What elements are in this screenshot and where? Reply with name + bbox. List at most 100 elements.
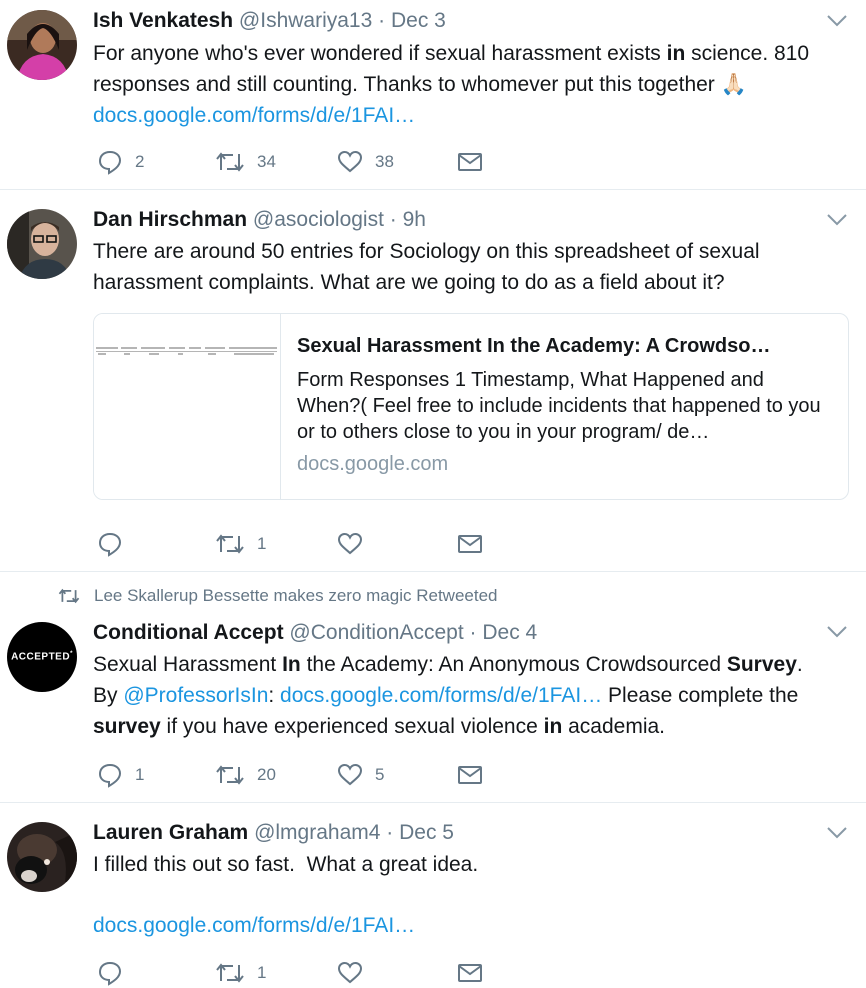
tweet-header: Ish Venkatesh @Ishwariya13 · Dec 3	[93, 8, 446, 34]
retweet-button[interactable]: 1	[215, 529, 266, 559]
divider	[0, 189, 866, 190]
timestamp[interactable]: 9h	[403, 208, 426, 231]
retweet-icon	[215, 763, 245, 787]
text-segment: Please complete the	[602, 684, 799, 707]
retweet-icon	[215, 150, 245, 174]
retweet-icon	[215, 961, 245, 985]
text-bold-segment: In	[282, 653, 301, 676]
tweet-header: Conditional Accept @ConditionAccept · De…	[93, 620, 537, 646]
retweet-button[interactable]: 34	[215, 147, 276, 177]
chevron-down-icon[interactable]	[826, 625, 848, 639]
dm-icon	[457, 533, 483, 555]
tweet-header: Lauren Graham @lmgraham4 · Dec 5	[93, 820, 454, 846]
tweet-text: For anyone who's ever wondered if sexual…	[93, 38, 853, 131]
reply-count: 1	[135, 765, 145, 784]
tweet-text: Sexual Harassment In the Academy: An Ano…	[93, 649, 853, 742]
dm-button[interactable]	[457, 760, 483, 790]
text-bold-segment: Survey	[726, 653, 797, 676]
reply-button[interactable]: 1	[97, 760, 144, 790]
reply-icon	[97, 531, 123, 557]
tweet-link[interactable]: docs.google.com/forms/d/e/1FAI…	[280, 684, 602, 707]
dm-button[interactable]	[457, 529, 483, 559]
text-segment: I filled this out so fast. What a great …	[93, 853, 479, 876]
tweet-text: There are around 50 entries for Sociolog…	[93, 236, 793, 298]
user-handle[interactable]: @lmgraham4	[254, 821, 380, 844]
display-name[interactable]: Dan Hirschman	[93, 208, 247, 231]
tweet-actions: 1 20 5	[93, 760, 513, 790]
display-name[interactable]: Ish Venkatesh	[93, 9, 233, 32]
tweet-text: I filled this out so fast. What a great …	[93, 849, 853, 880]
display-name[interactable]: Lauren Graham	[93, 821, 248, 844]
card-body: Sexual Harassment In the Academy: A Crow…	[297, 332, 832, 477]
retweeted-by-label[interactable]: Lee Skallerup Bessette makes zero magic …	[94, 586, 497, 606]
display-name[interactable]: Conditional Accept	[93, 621, 284, 644]
divider	[0, 802, 866, 803]
tweet-link-line: docs.google.com/forms/d/e/1FAI…	[93, 910, 853, 941]
avatar-logo-text: ACCEPTED*	[11, 651, 73, 662]
reply-button[interactable]	[97, 529, 135, 559]
tweet-actions: 1	[93, 529, 513, 559]
text-bold-segment: survey	[93, 715, 161, 738]
reply-button[interactable]: 2	[97, 147, 144, 177]
dm-button[interactable]	[457, 147, 483, 177]
text-line: survey if you have experienced sexual vi…	[93, 711, 853, 742]
avatar-logo-mark: *	[70, 651, 73, 658]
chevron-down-icon[interactable]	[826, 14, 848, 28]
tweet-link[interactable]: docs.google.com/forms/d/e/1FAI…	[93, 104, 415, 127]
avatar[interactable]	[7, 10, 77, 80]
card-title: Sexual Harassment In the Academy: A Crow…	[297, 335, 771, 357]
link-card[interactable]: Sexual Harassment In the Academy: A Crow…	[93, 313, 849, 500]
retweet-count: 1	[257, 534, 267, 553]
dm-icon	[457, 962, 483, 984]
timestamp[interactable]: Dec 4	[482, 621, 537, 644]
folded-hands-emoji: 🙏🏻	[720, 73, 747, 96]
user-handle[interactable]: @asociologist	[253, 208, 384, 231]
like-icon	[337, 961, 363, 985]
text-segment: :	[268, 684, 281, 707]
chevron-down-icon[interactable]	[826, 826, 848, 840]
like-button[interactable]: 38	[337, 147, 394, 177]
like-icon	[337, 532, 363, 556]
like-icon	[337, 763, 363, 787]
text-segment: .	[796, 653, 803, 676]
retweet-button[interactable]: 20	[215, 760, 276, 790]
divider	[0, 571, 866, 572]
timestamp[interactable]: Dec 5	[399, 821, 454, 844]
text-bold-segment: in	[543, 715, 563, 738]
time-separator: ·	[469, 621, 477, 644]
text-segment: By	[93, 684, 124, 707]
avatar[interactable]	[7, 822, 77, 892]
card-thumbnail	[94, 314, 281, 499]
dm-icon	[457, 764, 483, 786]
retweet-icon	[215, 532, 245, 556]
text-segment: if you have experienced sexual violence	[160, 715, 544, 738]
tweet-header: Dan Hirschman @asociologist · 9h	[93, 207, 426, 233]
avatar[interactable]	[7, 209, 77, 279]
text-segment: academia.	[562, 715, 666, 738]
reply-icon	[97, 762, 123, 788]
reply-icon	[97, 149, 123, 175]
user-handle[interactable]: @Ishwariya13	[239, 9, 372, 32]
retweet-context: Lee Skallerup Bessette makes zero magic …	[58, 586, 497, 606]
text-segment: For anyone who's ever wondered if sexual…	[93, 42, 667, 65]
text-segment: the Academy: An Anonymous Crowdsourced	[300, 653, 727, 676]
like-button[interactable]	[337, 529, 375, 559]
tweet-actions: 2 34 38	[93, 147, 513, 177]
text-segment: Sexual Harassment	[93, 653, 283, 676]
time-separator: ·	[389, 208, 397, 231]
like-button[interactable]: 5	[337, 760, 384, 790]
retweet-count: 1	[257, 963, 267, 982]
tweet-link[interactable]: docs.google.com/forms/d/e/1FAI…	[93, 914, 415, 937]
reply-icon	[97, 960, 123, 986]
text-line: Sexual Harassment In the Academy: An Ano…	[93, 649, 853, 680]
avatar[interactable]: ACCEPTED*	[7, 622, 77, 692]
timestamp[interactable]: Dec 3	[391, 9, 446, 32]
text-line: By @ProfessorIsIn: docs.google.com/forms…	[93, 680, 853, 711]
user-handle[interactable]: @ConditionAccept	[289, 621, 463, 644]
chevron-down-icon[interactable]	[826, 213, 848, 227]
time-separator: ·	[386, 821, 394, 844]
like-count: 38	[375, 152, 394, 171]
dm-icon	[457, 151, 483, 173]
mention-link[interactable]: @ProfessorIsIn	[123, 684, 268, 707]
retweet-count: 34	[257, 152, 276, 171]
